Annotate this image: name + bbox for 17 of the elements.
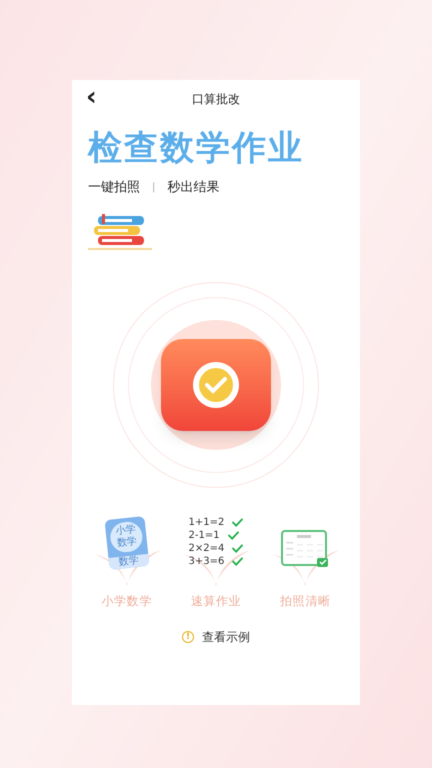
subtitle-text: 秒出结果 — [167, 179, 220, 197]
subtitle-text: 一键拍照 — [88, 179, 140, 197]
back-button[interactable]: ‹ — [86, 84, 97, 110]
feature-label: 拍照清晰 — [280, 592, 331, 610]
feature-label: 小学数学 — [101, 592, 152, 610]
equation-text: 3+3=6 — [188, 556, 224, 568]
separator-text: | — [152, 181, 156, 196]
equation-text: 1+1=2 — [188, 516, 224, 528]
view-example-link[interactable]: ! 查看示例 — [182, 628, 250, 646]
headline: 检查数学作业 — [88, 128, 305, 168]
info-icon: ! — [182, 630, 194, 642]
feature-label: 速算作业 — [190, 592, 242, 610]
cover-title: 小学数学 — [114, 524, 138, 550]
equation-text: 2×2=4 — [188, 542, 224, 554]
page-title: 口算批改 — [192, 91, 240, 108]
equation-text: 2-1=1 — [188, 530, 220, 542]
math-book-drawing: 小学数学 数学 — [104, 516, 150, 570]
